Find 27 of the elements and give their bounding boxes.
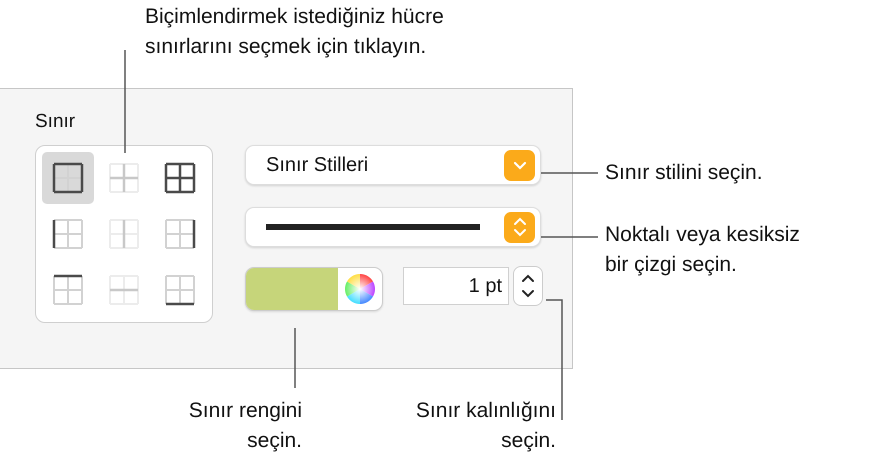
border-button[interactable]	[42, 152, 94, 204]
leader-line	[541, 236, 598, 238]
border-grid-icon	[108, 218, 140, 250]
border-grid-icon	[108, 274, 140, 306]
border-style-popup[interactable]: Sınır Stilleri	[245, 145, 541, 185]
leader-line	[294, 328, 296, 388]
border-grid-icon	[164, 162, 196, 194]
leader-line	[541, 172, 598, 174]
callout-text: Sınır rengini seçin.	[188, 398, 302, 454]
callout-text: Sınır stilini seçin.	[605, 160, 763, 186]
color-well[interactable]	[245, 267, 383, 311]
border-grid-icon	[52, 162, 84, 194]
border-width-field[interactable]: 1 pt	[403, 267, 509, 305]
border-grid-icon	[108, 162, 140, 194]
border-grid-icon	[52, 218, 84, 250]
stepper[interactable]	[513, 266, 543, 306]
line-style-popup[interactable]	[245, 207, 541, 247]
chevron-down-icon	[512, 160, 526, 170]
border-grid-icon	[164, 274, 196, 306]
color-wheel-icon	[344, 273, 376, 305]
callout-text: Noktalı veya kesiksiz bir çizgi seçin.	[605, 222, 800, 278]
border-grid-icon	[52, 274, 84, 306]
callout-text: Biçimlendirmek istediğiniz hücre sınırlarını seçmek için tıklayın.	[145, 4, 444, 60]
section-title: Sınır	[35, 111, 76, 133]
callout-text: Sınır kalınlığını seçin.	[416, 398, 556, 454]
up-down-chevron-icon	[512, 216, 526, 238]
border-grid-icon	[164, 218, 196, 250]
